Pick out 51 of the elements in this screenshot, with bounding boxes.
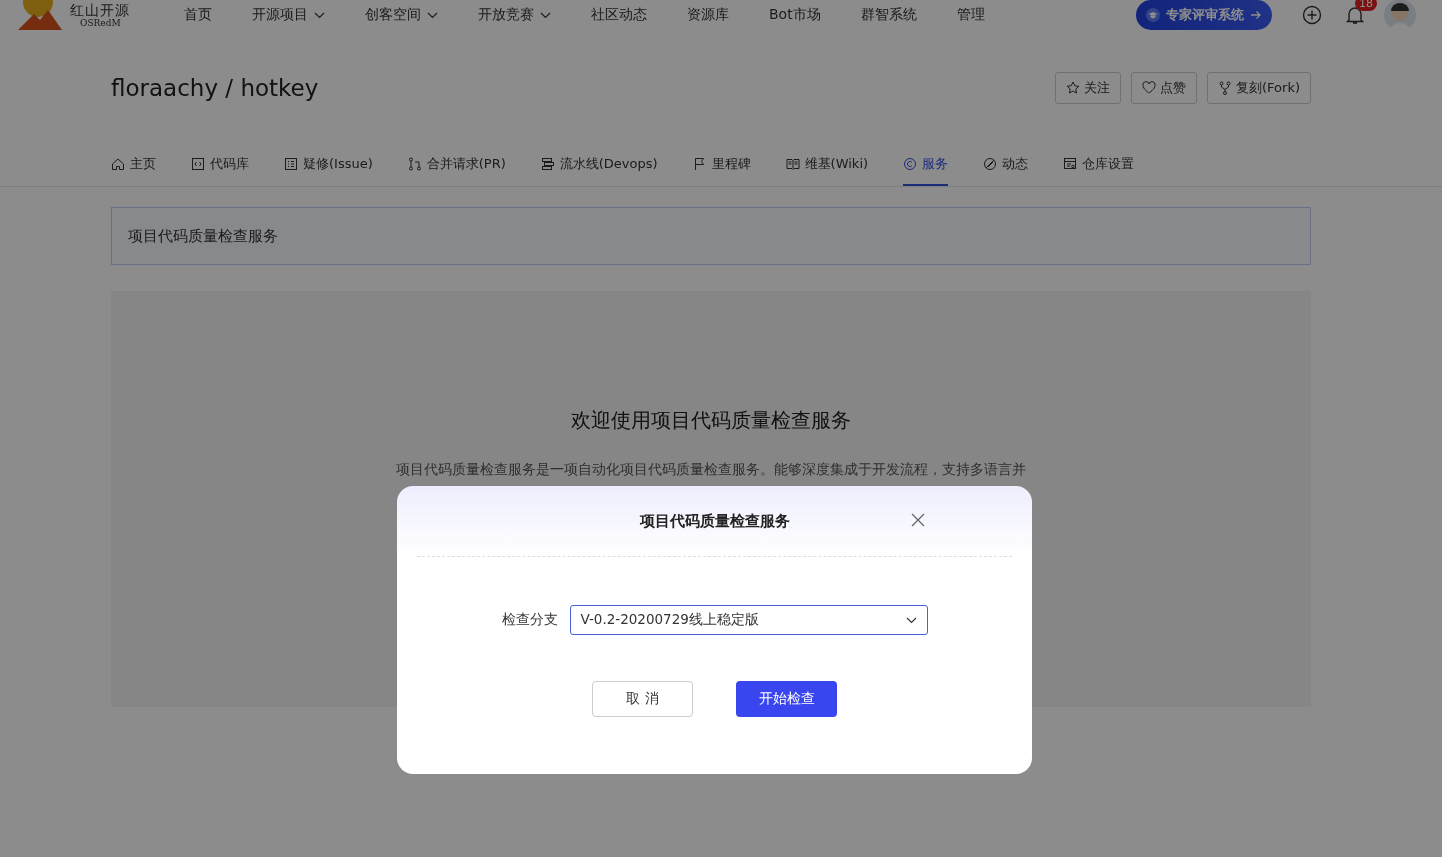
nav-link[interactable]: Bot市场 [749, 6, 841, 24]
welcome-heading: 欢迎使用项目代码质量检查服务 [571, 407, 851, 434]
expert-review-button[interactable]: 专家评审系统 [1136, 0, 1272, 30]
nav-link[interactable]: 开源项目 [232, 6, 345, 24]
welcome-description: 项目代码质量检查服务是一项自动化项目代码质量检查服务。能够深度集成于开发流程，支持多语言并 [395, 460, 1027, 479]
add-icon[interactable] [1302, 5, 1322, 25]
home-icon [111, 157, 125, 171]
repo-action-button[interactable]: 关注 [1055, 72, 1121, 104]
logo-title: 红山开源 [70, 2, 130, 17]
repo-tab[interactable]: 动态 [983, 144, 1029, 186]
repo-action-button[interactable]: 点赞 [1131, 72, 1197, 104]
nav-link[interactable]: 社区动态 [571, 6, 667, 24]
bell-icon[interactable] [1346, 5, 1364, 25]
repo-tab[interactable]: 流水线(Devops) [540, 144, 658, 186]
graduation-cap-icon [1146, 8, 1160, 22]
avatar[interactable] [1384, 0, 1416, 31]
book-icon [785, 157, 800, 171]
cancel-button[interactable]: 取 消 [592, 681, 693, 717]
nav-link[interactable]: 管理 [936, 6, 1005, 24]
logo-icon[interactable] [16, 0, 62, 30]
repo-tab[interactable]: 疑修(Issue) [284, 144, 373, 186]
heart-icon [1142, 81, 1156, 95]
fork-icon [1218, 81, 1232, 95]
repo-tab[interactable]: 维基(Wiki) [785, 144, 869, 186]
arrow-right-icon [1250, 10, 1262, 20]
logo-subtitle: OSRedM [80, 18, 122, 28]
repo-tab[interactable]: 仓库设置 [1063, 144, 1135, 186]
repo-tab[interactable]: 合并请求(PR) [407, 144, 506, 186]
settings-icon [1063, 157, 1078, 171]
nav-link[interactable]: 创客空间 [345, 6, 458, 24]
branch-select[interactable]: V-0.2-20200729线上稳定版 [569, 605, 928, 635]
field-label: 检查分支 [501, 611, 558, 629]
chevron-down-icon [905, 616, 917, 624]
merge-icon [407, 157, 422, 171]
repo-tab[interactable]: 里程碑 [692, 144, 751, 186]
service-title-bar: 项目代码质量检查服务 [111, 207, 1311, 265]
start-check-button[interactable]: 开始检查 [736, 681, 837, 717]
nav-link[interactable]: 开放竞赛 [458, 6, 571, 24]
list-icon [284, 157, 298, 171]
flag-icon [692, 157, 707, 171]
repo-action-button[interactable]: 复刻(Fork) [1207, 72, 1311, 104]
star-icon [1066, 81, 1080, 95]
repo-tab[interactable]: 代码库 [191, 144, 249, 186]
dialog-title: 项目代码质量检查服务 [639, 511, 790, 531]
repo-title: floraachy / hotkey [111, 75, 319, 101]
nav-link[interactable]: 资源库 [667, 6, 749, 24]
code-icon [191, 157, 205, 171]
repo-tab[interactable]: 服务 [903, 144, 949, 186]
nav-link[interactable]: 首页 [164, 6, 232, 24]
repo-tab[interactable]: 主页 [111, 144, 156, 186]
nav-link[interactable]: 群智系统 [840, 6, 937, 24]
